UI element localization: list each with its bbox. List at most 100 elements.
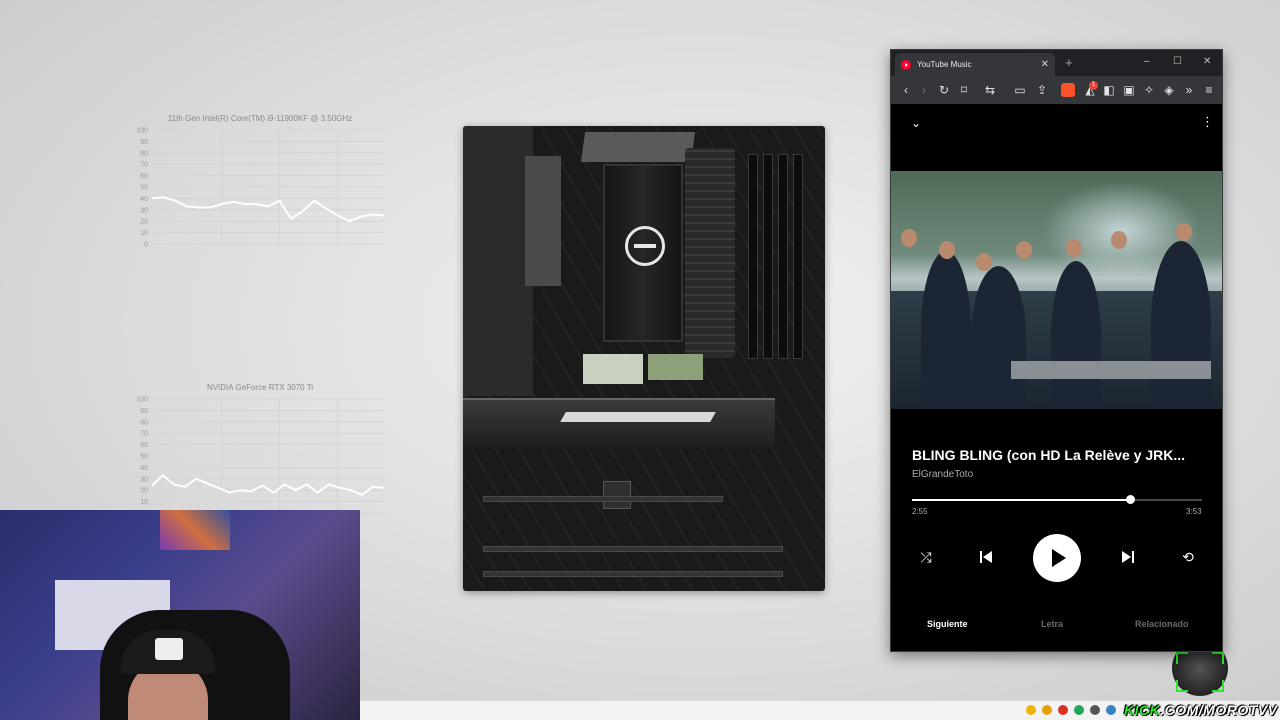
m2-ssd xyxy=(648,354,703,380)
webcam-feed xyxy=(0,510,360,720)
gpu-y-tick: 50 xyxy=(140,454,148,461)
youtube-music-player: ⌄ ⋮ BLING BLING (con HD La Relève y JRK.… xyxy=(891,104,1222,651)
reload-icon[interactable]: ↻ xyxy=(937,83,951,97)
collapse-player-chevron-down-icon[interactable]: ⌄ xyxy=(911,116,921,130)
browser-toolbar: ‹ › ↻ ⌑ ⇆ ▭ ⇪ ◭ 1 ◧ ▣ ✧ ◈ » ≡ xyxy=(891,76,1222,104)
gpu-usage-chart: NVIDIA GeForce RTX 3070 Ti 100 90 80 70 60 50… xyxy=(130,383,390,523)
bookmark-icon[interactable]: ⌑ xyxy=(957,83,971,97)
pcie-slot xyxy=(483,546,783,552)
tray-app-icon[interactable] xyxy=(1042,705,1052,715)
gpu-y-tick: 70 xyxy=(140,431,148,438)
ram-stick xyxy=(793,154,803,359)
video-face xyxy=(1066,239,1082,257)
gpu-y-tick: 30 xyxy=(140,476,148,483)
elapsed-time: 2:55 xyxy=(912,507,928,516)
next-icon[interactable] xyxy=(1119,548,1137,566)
motherboard-image xyxy=(463,126,825,591)
webcam-poster xyxy=(160,510,230,550)
video-face xyxy=(976,253,992,271)
ram-stick xyxy=(763,154,773,359)
cpu-y-tick: 100 xyxy=(136,128,148,135)
forward-icon[interactable]: › xyxy=(917,83,931,97)
cooler-fan xyxy=(685,148,735,358)
pcie-slot xyxy=(483,571,783,577)
tab-related[interactable]: Relacionado xyxy=(1135,619,1189,629)
brave-shields-icon[interactable] xyxy=(1061,83,1075,97)
cpu-y-tick: 90 xyxy=(140,139,148,146)
progress-slider[interactable] xyxy=(912,495,1202,504)
cpu-y-tick: 30 xyxy=(140,207,148,214)
vpn-shield-icon[interactable]: ◈ xyxy=(1162,83,1176,97)
tray-app-icon[interactable] xyxy=(1106,705,1116,715)
motherboard-vrm-heatsink xyxy=(580,132,696,162)
tab-up-next[interactable]: Siguiente xyxy=(927,619,968,629)
gpu-y-tick: 20 xyxy=(140,488,148,495)
motherboard-chipset xyxy=(603,481,631,509)
video-face xyxy=(1176,223,1192,241)
gpu-y-tick: 10 xyxy=(140,499,148,506)
sidebar-icon[interactable]: ◧ xyxy=(1102,83,1116,97)
cpu-y-tick: 80 xyxy=(140,150,148,157)
gpu-y-tick: 80 xyxy=(140,419,148,426)
notification-badge: 1 xyxy=(1089,81,1098,90)
play-button[interactable] xyxy=(1033,534,1081,582)
progress-handle[interactable] xyxy=(1125,495,1135,504)
motherboard-side-heatsink xyxy=(525,156,561,286)
menu-icon[interactable]: ≡ xyxy=(1202,83,1216,97)
song-title[interactable]: BLING BLING (con HD La Relève y JRK... xyxy=(912,447,1204,463)
youtube-music-icon xyxy=(901,59,911,70)
video-person xyxy=(971,266,1026,409)
stream-brand-watermark: KICK.COM/MOROTVV xyxy=(1124,702,1278,718)
motherboard-io-shield xyxy=(463,126,533,396)
video-face xyxy=(901,229,917,247)
play-icon xyxy=(1052,549,1066,567)
tab-title: YouTube Music xyxy=(917,60,972,69)
video-face xyxy=(939,241,955,259)
tray-app-icon[interactable] xyxy=(1074,705,1084,715)
cpu-y-tick: 60 xyxy=(140,173,148,180)
gpu-usage-line xyxy=(151,474,385,496)
graphics-card xyxy=(463,398,775,448)
cpu-chart-title: 11th Gen Intel(R) Core(TM) i9-11900KF @ … xyxy=(167,114,353,123)
more-extensions-icon[interactable]: » xyxy=(1182,83,1196,97)
gpu-y-tick: 90 xyxy=(140,408,148,415)
gpu-y-tick: 100 xyxy=(136,397,148,404)
share-icon[interactable]: ⇪ xyxy=(1035,83,1049,97)
tray-app-icon[interactable] xyxy=(1026,705,1036,715)
shuffle-icon[interactable]: ⤮ xyxy=(917,548,935,566)
site-settings-icon[interactable]: ⇆ xyxy=(983,83,997,97)
maximize-button[interactable]: ☐ xyxy=(1173,56,1182,67)
cpu-usage-chart: 11th Gen Intel(R) Core(TM) i9-11900KF @ … xyxy=(130,114,390,254)
wallet-icon[interactable]: ▣ xyxy=(1122,83,1136,97)
repeat-icon[interactable]: ⟲ xyxy=(1179,548,1197,566)
gpu-chart-plot: 1009080706050403020100 xyxy=(136,397,385,518)
close-tab-icon[interactable]: ✕ xyxy=(1041,59,1049,70)
close-window-button[interactable]: ✕ xyxy=(1203,56,1211,67)
tab-youtube-music[interactable]: YouTube Music ✕ xyxy=(895,53,1055,76)
gpu-y-tick: 60 xyxy=(140,442,148,449)
cpu-y-tick: 70 xyxy=(140,162,148,169)
music-video[interactable] xyxy=(891,171,1222,409)
more-options-icon[interactable]: ⋮ xyxy=(1201,114,1214,130)
progress-fill xyxy=(912,499,1130,501)
cap-logo-icon xyxy=(155,638,183,660)
tray-app-icon[interactable] xyxy=(1058,705,1068,715)
cast-icon[interactable]: ▭ xyxy=(1013,83,1027,97)
tray-app-icon[interactable] xyxy=(1090,705,1100,715)
back-icon[interactable]: ‹ xyxy=(899,83,913,97)
gpu-chart-title: NVIDIA GeForce RTX 3070 Ti xyxy=(206,383,314,392)
cooler-logo-icon xyxy=(625,226,665,266)
new-tab-button[interactable]: + xyxy=(1065,55,1073,70)
video-person xyxy=(1051,261,1101,409)
tab-lyrics[interactable]: Letra xyxy=(1041,619,1063,629)
extension-icon[interactable]: ✧ xyxy=(1142,83,1156,97)
video-person xyxy=(1151,241,1211,409)
pcie-slot xyxy=(483,496,723,502)
cpu-y-tick: 10 xyxy=(140,230,148,237)
artist-name[interactable]: ElGrandeToto xyxy=(912,469,973,480)
m2-ssd xyxy=(583,354,643,384)
previous-icon[interactable] xyxy=(977,548,995,566)
cpu-y-tick: 50 xyxy=(140,185,148,192)
tab-bar: YouTube Music ✕ + – ☐ ✕ xyxy=(891,50,1222,76)
minimize-button[interactable]: – xyxy=(1144,56,1150,67)
